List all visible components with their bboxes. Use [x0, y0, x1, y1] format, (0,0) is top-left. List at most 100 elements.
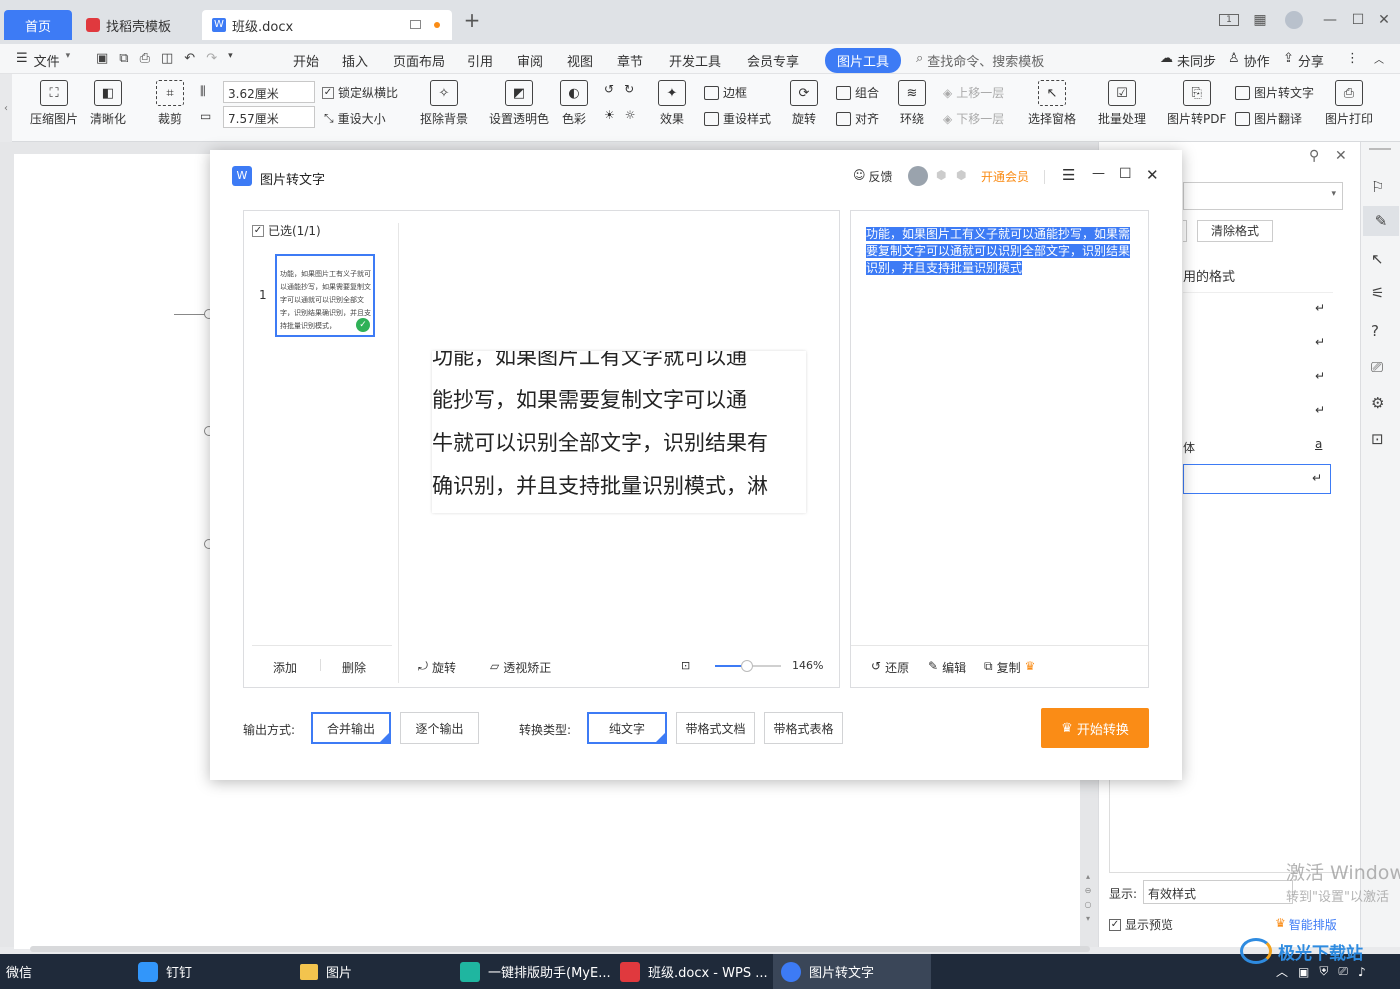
style-item-selected[interactable]: ↵: [1183, 464, 1331, 494]
menu-insert[interactable]: 插入: [342, 51, 368, 70]
merge-output-button[interactable]: 合并输出: [311, 712, 391, 744]
avatar[interactable]: [908, 166, 928, 186]
menu-chapter[interactable]: 章节: [617, 51, 643, 70]
rotate-button[interactable]: ⤾ 旋转: [418, 659, 456, 676]
pin-icon[interactable]: ⚲: [1309, 148, 1319, 164]
more-icon[interactable]: ▾: [228, 51, 233, 66]
sharpen-button[interactable]: ◧ 清晰化: [90, 80, 126, 127]
close-icon[interactable]: ✕: [1372, 8, 1396, 32]
add-button[interactable]: 添加: [273, 659, 297, 676]
select-pane-button[interactable]: ↖ 选择窗格: [1028, 80, 1076, 127]
translate-button[interactable]: 图片翻译: [1235, 110, 1302, 127]
show-select[interactable]: 有效样式: [1143, 880, 1293, 904]
crop-button[interactable]: ⌗ 裁剪: [156, 80, 184, 127]
save-icon[interactable]: ▣: [96, 51, 108, 66]
pane-close-icon[interactable]: ✕: [1335, 148, 1347, 164]
copy-button[interactable]: ⧉ 复制 ♛: [984, 659, 1035, 676]
collapse-ribbon-icon[interactable]: ︿: [1374, 51, 1384, 66]
remove-bg-button[interactable]: ✧ 抠除背景: [420, 80, 468, 127]
reset-size-button[interactable]: ⤡ 重设大小: [324, 110, 386, 127]
rotate-left-icon[interactable]: ↺: [604, 82, 614, 96]
smart-layout-button[interactable]: ♛ 智能排版: [1275, 916, 1337, 933]
img-to-text-button[interactable]: 图片转文字: [1235, 84, 1314, 101]
taskbar-myeditor[interactable]: 一键排版助手(MyE...: [460, 954, 611, 989]
taskbar-pictures[interactable]: 图片: [300, 954, 352, 989]
print-icon[interactable]: ⎙: [140, 51, 150, 66]
feedback-button[interactable]: ☺ 反馈: [853, 168, 893, 185]
vip-button[interactable]: 开通会员: [981, 168, 1029, 185]
clear-format-button[interactable]: 清除格式: [1197, 220, 1273, 242]
menu-layout[interactable]: 页面布局: [393, 51, 445, 70]
new-tab-button[interactable]: +: [460, 8, 484, 32]
delete-button[interactable]: 删除: [342, 659, 366, 676]
minimize-icon[interactable]: —: [1092, 166, 1105, 181]
page-nav-icons[interactable]: ▴ ⊖ ○ ▾: [1082, 870, 1094, 940]
style-select[interactable]: ▾: [1183, 182, 1343, 210]
group-button[interactable]: 组合: [836, 84, 879, 101]
plain-text-button[interactable]: 纯文字: [587, 712, 667, 744]
format-doc-button[interactable]: 带格式文档: [676, 712, 755, 744]
rotate-right-icon[interactable]: ↻: [624, 82, 634, 96]
rotate-button[interactable]: ⟳ 旋转: [790, 80, 818, 127]
settings-sliders-icon[interactable]: ⚟: [1371, 284, 1384, 302]
transparent-button[interactable]: ◩ 设置透明色: [489, 80, 549, 127]
layout-icon[interactable]: 1: [1216, 8, 1242, 32]
result-text-area[interactable]: 功能，如果图片工有义子就可以通能抄写，如果需要复制文字可以通就可以识别全部文字，…: [866, 226, 1134, 277]
print-image-button[interactable]: ⎙ 图片打印: [1325, 80, 1373, 127]
undo-icon[interactable]: ↶: [184, 51, 195, 66]
grid-icon[interactable]: ▦: [1248, 8, 1272, 32]
border-button[interactable]: 边框: [704, 84, 747, 101]
color-button[interactable]: ◐ 色彩: [560, 80, 588, 127]
edit-button[interactable]: ✎ 编辑: [928, 659, 966, 676]
shield-icon[interactable]: ⚙: [1371, 394, 1384, 412]
restore-button[interactable]: ↺ 还原: [871, 659, 909, 676]
compress-button[interactable]: ⛶ 压缩图片: [30, 80, 78, 127]
perspective-button[interactable]: ▱ 透视矫正: [490, 659, 551, 676]
fit-icon[interactable]: ⊡: [681, 659, 690, 672]
horizontal-scrollbar[interactable]: [30, 946, 1090, 952]
collab-button[interactable]: ♙ 协作: [1228, 51, 1270, 70]
search-box[interactable]: ⌕ 查找命令、搜索模板: [916, 51, 1044, 70]
menu-start[interactable]: 开始: [293, 51, 319, 70]
translate-side-icon[interactable]: ⎚: [1371, 358, 1383, 376]
cursor-icon[interactable]: ↖: [1371, 250, 1384, 268]
menu-reference[interactable]: 引用: [467, 51, 493, 70]
sync-button[interactable]: ☁ 未同步: [1160, 51, 1216, 70]
align-button[interactable]: 对齐: [836, 110, 879, 127]
close-icon[interactable]: ✕: [1146, 166, 1159, 184]
menu-file[interactable]: ☰ 文件 ▾: [16, 51, 70, 70]
brightness-down-icon[interactable]: ☼: [625, 108, 636, 122]
start-convert-button[interactable]: ♛ 开始转换: [1041, 708, 1149, 748]
network-icon[interactable]: ⎚: [1338, 964, 1348, 979]
book-icon[interactable]: ⊡: [1371, 430, 1384, 448]
width-input[interactable]: 7.57厘米: [223, 106, 315, 128]
thumbnail[interactable]: 功能，如果图片工有义子就可以通能抄写，如果需要复制文字可以通就可以识别全部文字，…: [275, 254, 375, 337]
taskbar-wps[interactable]: 班级.docx - WPS ...: [620, 954, 768, 989]
tab-home[interactable]: 首页: [4, 10, 72, 40]
each-output-button[interactable]: 逐个输出: [400, 712, 479, 744]
monitor-icon[interactable]: [410, 20, 421, 29]
height-input[interactable]: 3.62厘米: [223, 81, 315, 103]
menu-developer[interactable]: 开发工具: [669, 51, 721, 70]
reset-style-button[interactable]: 重设样式: [704, 110, 771, 127]
batch-button[interactable]: ☑ 批量处理: [1098, 80, 1146, 127]
move-up-button[interactable]: ◈ 上移一层: [943, 84, 1004, 101]
tab-template[interactable]: 找稻壳模板: [76, 10, 198, 40]
avatar[interactable]: [1282, 8, 1306, 32]
tray-app-icon[interactable]: ▣: [1298, 965, 1309, 979]
lock-ratio-checkbox[interactable]: ✓ 锁定纵横比: [322, 84, 398, 101]
tab-document[interactable]: W 班级.docx: [202, 10, 452, 40]
rocket-icon[interactable]: ⚐: [1371, 178, 1384, 196]
maximize-icon[interactable]: ☐: [1346, 8, 1370, 32]
menu-review[interactable]: 审阅: [517, 51, 543, 70]
move-down-button[interactable]: ◈ 下移一层: [943, 110, 1004, 127]
menu-view[interactable]: 视图: [567, 51, 593, 70]
redo-icon[interactable]: ↷: [206, 51, 217, 66]
preview-checkbox[interactable]: ✓ 显示预览: [1109, 916, 1173, 933]
wrap-button[interactable]: ≋ 环绕: [898, 80, 926, 127]
to-pdf-button[interactable]: ⎘ 图片转PDF: [1167, 80, 1226, 127]
taskbar-dingtalk[interactable]: 钉钉: [138, 954, 192, 989]
menu-picture-tools[interactable]: 图片工具: [825, 48, 902, 73]
zoom-slider[interactable]: [715, 660, 781, 672]
brightness-up-icon[interactable]: ☀: [604, 108, 615, 122]
